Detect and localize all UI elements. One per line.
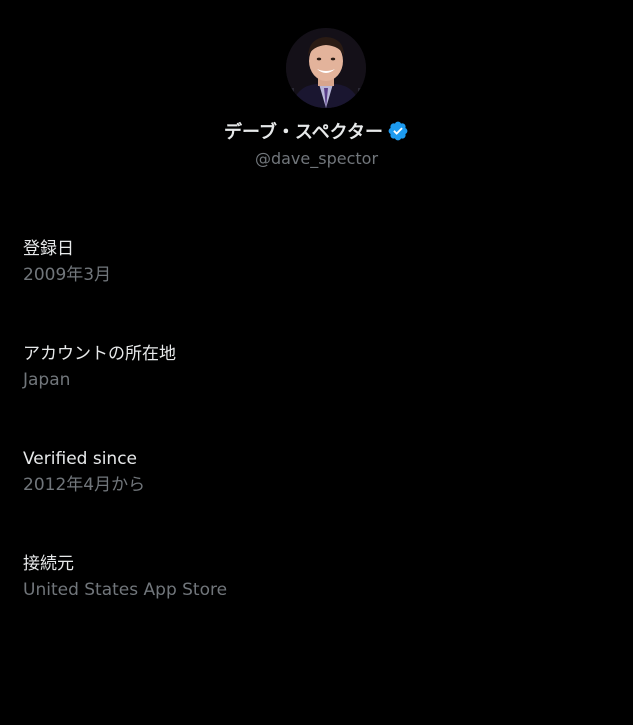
name-row: デーブ・スペクター [0,117,633,145]
info-label: 登録日 [23,239,74,259]
info-label: アカウントの所在地 [23,344,176,364]
info-item-location: アカウントの所在地 Japan [23,341,613,446]
account-info-list: 登録日 2009年3月 アカウントの所在地 Japan Verified sin… [23,236,613,656]
info-label: Verified since [23,449,138,469]
info-item-connected-via: 接続元 United States App Store [23,551,613,656]
info-value: 2009年3月 [23,265,112,285]
verified-badge-icon [387,120,409,142]
info-value: 2012年4月から [23,475,146,495]
avatar[interactable] [286,28,366,108]
info-item-verified-since: Verified since 2012年4月から [23,446,613,551]
info-value: Japan [23,370,71,390]
display-name[interactable]: デーブ・スペクター [224,118,383,144]
info-label: 接続元 [23,554,74,574]
info-value: United States App Store [23,580,228,600]
avatar-image [286,28,366,108]
info-item-joined: 登録日 2009年3月 [23,236,613,341]
profile-handle[interactable]: @dave_spector [0,149,633,168]
